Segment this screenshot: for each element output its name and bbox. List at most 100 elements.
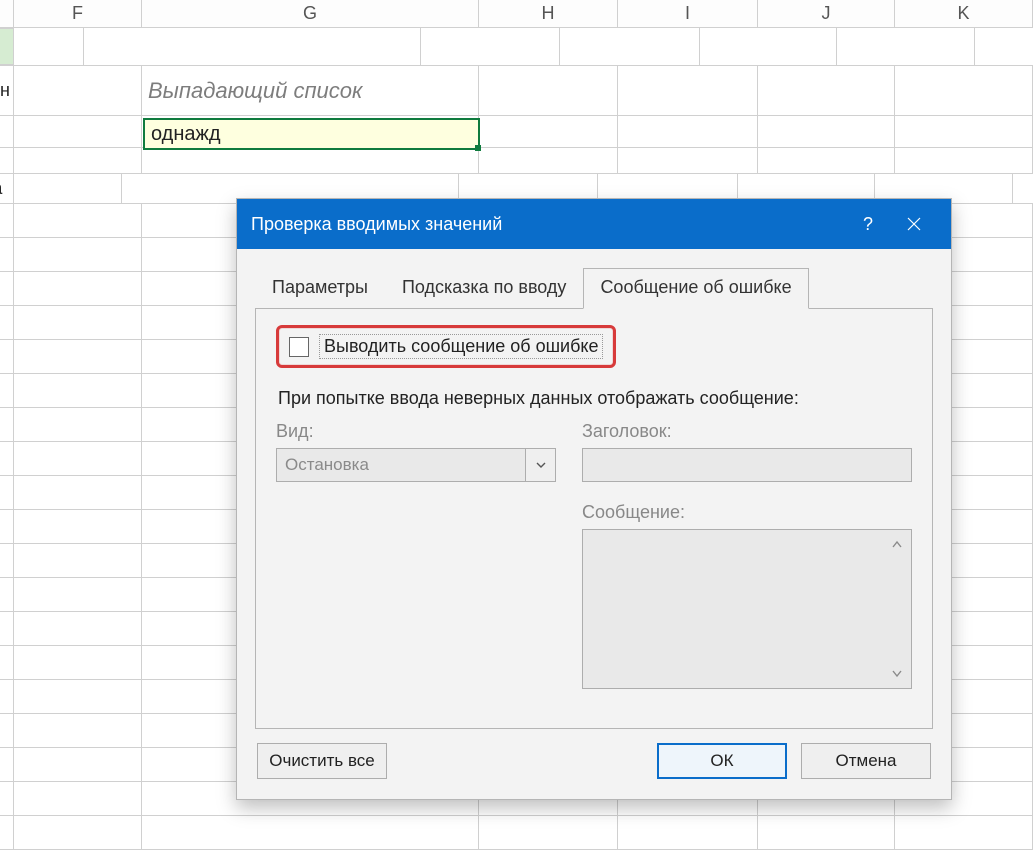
cell[interactable] [14, 680, 142, 713]
cell[interactable] [0, 408, 14, 441]
cell[interactable] [0, 748, 14, 781]
cell[interactable] [0, 816, 14, 849]
chevron-down-icon [891, 669, 903, 679]
clear-all-button[interactable]: Очистить все [257, 743, 387, 779]
cell[interactable] [0, 476, 14, 509]
cell[interactable] [14, 340, 142, 373]
cell[interactable] [84, 28, 421, 65]
cell-fragment[interactable]: ма [0, 174, 14, 203]
cell-fragment[interactable]: н [0, 66, 14, 115]
cancel-button[interactable]: Отмена [801, 743, 931, 779]
cell[interactable] [618, 66, 758, 115]
cell[interactable] [837, 28, 975, 65]
cell[interactable] [0, 510, 14, 543]
cell[interactable] [0, 782, 14, 815]
cell[interactable] [758, 116, 895, 147]
cell[interactable] [479, 148, 618, 173]
cell[interactable] [14, 476, 142, 509]
cell[interactable] [618, 816, 758, 849]
cell[interactable] [14, 28, 84, 65]
close-button[interactable] [891, 199, 937, 249]
message-textarea[interactable] [582, 529, 912, 689]
scroll-up-button[interactable] [887, 534, 907, 554]
highlighted-cell[interactable] [0, 28, 14, 65]
cell[interactable] [0, 272, 14, 305]
dialog-titlebar[interactable]: Проверка вводимых значений ? [237, 199, 951, 249]
cell[interactable] [14, 782, 142, 815]
tab-parameters[interactable]: Параметры [255, 268, 385, 309]
cell[interactable] [14, 510, 142, 543]
cell[interactable] [14, 374, 142, 407]
cell[interactable] [14, 272, 142, 305]
cell[interactable] [479, 66, 618, 115]
cell[interactable] [0, 612, 14, 645]
cell[interactable] [0, 116, 14, 147]
cell[interactable] [14, 408, 142, 441]
show-error-checkbox[interactable] [289, 337, 309, 357]
cell[interactable] [758, 66, 895, 115]
column-header-J[interactable]: J [758, 0, 895, 27]
cell[interactable] [0, 374, 14, 407]
cell[interactable] [14, 748, 142, 781]
close-icon [906, 216, 922, 232]
cell[interactable] [0, 578, 14, 611]
cell[interactable] [0, 714, 14, 747]
column-header-F[interactable]: F [14, 0, 142, 27]
scroll-down-button[interactable] [887, 664, 907, 684]
cell[interactable] [895, 816, 1033, 849]
cell[interactable] [14, 714, 142, 747]
cell[interactable] [0, 544, 14, 577]
cell[interactable] [14, 816, 142, 849]
fill-handle[interactable] [475, 145, 481, 151]
cell[interactable] [142, 816, 479, 849]
question-icon: ? [863, 214, 873, 235]
cell[interactable] [14, 442, 142, 475]
column-header-K[interactable]: K [895, 0, 1033, 27]
cell[interactable] [142, 148, 479, 173]
column-header-G[interactable]: G [142, 0, 479, 27]
column-header-H[interactable]: H [479, 0, 618, 27]
ok-button[interactable]: ОК [657, 743, 787, 779]
tab-input-hint[interactable]: Подсказка по вводу [385, 268, 583, 309]
dropdown-header-cell[interactable]: Выпадающий список [142, 66, 479, 115]
cell[interactable] [14, 148, 142, 173]
kind-selected-value: Остановка [276, 448, 526, 482]
cell[interactable] [479, 116, 618, 147]
cell[interactable] [758, 148, 895, 173]
kind-dropdown-button[interactable] [526, 448, 556, 482]
cell[interactable] [895, 116, 1033, 147]
cell[interactable] [421, 28, 560, 65]
cell[interactable] [14, 238, 142, 271]
cell[interactable] [0, 238, 14, 271]
cell[interactable] [560, 28, 700, 65]
title-input[interactable] [582, 448, 912, 482]
cell[interactable] [14, 544, 142, 577]
cell[interactable] [0, 442, 14, 475]
cell[interactable] [14, 204, 142, 237]
cell[interactable] [618, 116, 758, 147]
cell[interactable] [0, 204, 14, 237]
cell[interactable] [14, 174, 122, 203]
active-editing-cell[interactable]: однажд [143, 118, 480, 150]
cell[interactable] [14, 116, 142, 147]
cell[interactable] [700, 28, 837, 65]
cell[interactable] [14, 66, 142, 115]
cell[interactable] [0, 148, 14, 173]
tab-error-message[interactable]: Сообщение об ошибке [583, 268, 808, 309]
cell[interactable] [0, 680, 14, 713]
cell[interactable] [0, 340, 14, 373]
cell[interactable] [14, 612, 142, 645]
cell[interactable] [14, 578, 142, 611]
cell[interactable] [14, 306, 142, 339]
help-button[interactable]: ? [845, 199, 891, 249]
column-header-I[interactable]: I [618, 0, 758, 27]
cell[interactable] [479, 816, 618, 849]
cell[interactable] [0, 646, 14, 679]
cell[interactable] [758, 816, 895, 849]
kind-combobox[interactable]: Остановка [276, 448, 556, 482]
cell[interactable] [895, 66, 1033, 115]
cell[interactable] [0, 306, 14, 339]
cell[interactable] [895, 148, 1033, 173]
cell[interactable] [618, 148, 758, 173]
cell[interactable] [14, 646, 142, 679]
